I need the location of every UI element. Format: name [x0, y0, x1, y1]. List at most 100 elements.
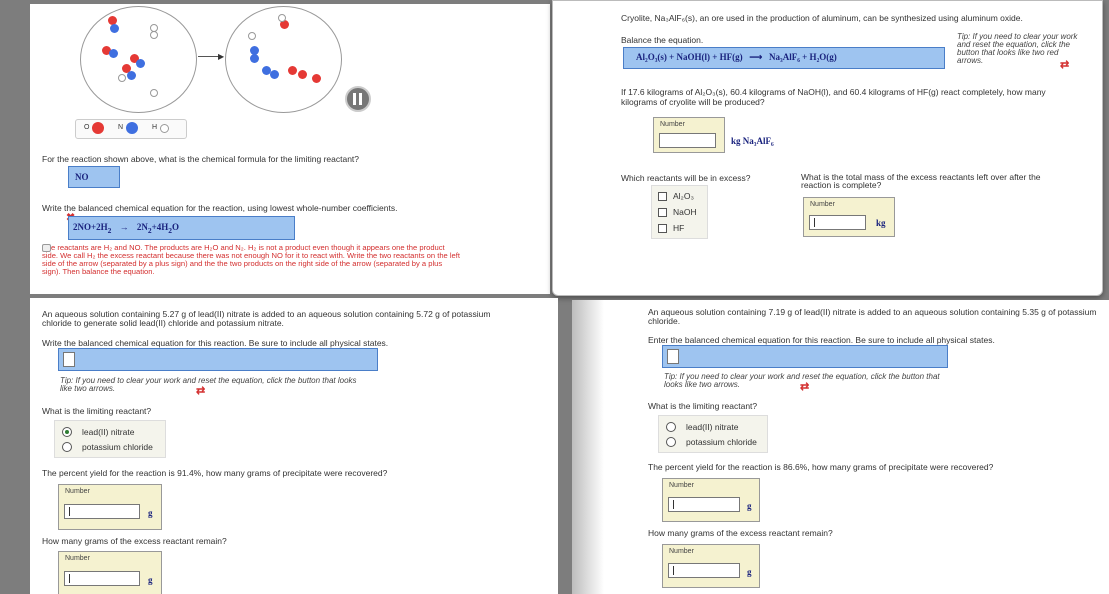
- precipitate-input[interactable]: [668, 497, 740, 512]
- limiting-question: What is the limiting reactant?: [42, 406, 152, 416]
- checkbox-al2o3[interactable]: [658, 192, 667, 201]
- excess-remain-box: Number g: [662, 544, 760, 588]
- number-label: Number: [65, 488, 90, 495]
- excess-remain-box: Number g: [58, 551, 162, 594]
- excess-remain-input[interactable]: [668, 563, 740, 578]
- radio-label: potassium chloride: [82, 442, 153, 452]
- precipitate-box: Number g: [58, 484, 162, 530]
- equation-input-box[interactable]: [58, 348, 378, 371]
- excess-mass-box: Number kg: [803, 197, 895, 237]
- excess-question: How many grams of the excess reactant re…: [42, 536, 227, 546]
- excess-remain-input[interactable]: [64, 571, 140, 586]
- legend-o-label: O: [84, 124, 90, 131]
- pause-button[interactable]: [345, 86, 371, 112]
- number-label: Number: [669, 548, 694, 555]
- legend: O N H: [75, 119, 187, 139]
- equation-balance-box[interactable]: Al₂O₃(s) + NaOH(l) + HF(g) ⟶ Na₃AlF₆ + H…: [623, 47, 945, 69]
- equation-question: Enter the balanced chemical equation for…: [648, 335, 995, 345]
- cryolite-intro: Cryolite, Na₃AlF₆(s), an ore used in the…: [621, 13, 1023, 23]
- legend-h-label: H: [152, 124, 158, 131]
- pause-icon: [359, 93, 362, 105]
- cryolite-question: If 17.6 kilograms of Al₂O₃(s), 60.4 kilo…: [621, 87, 1046, 107]
- reset-arrows-icon[interactable]: ⇄: [1060, 58, 1069, 71]
- h2-molecule: [150, 31, 158, 39]
- precipitate-box: Number g: [662, 478, 760, 522]
- cryolite-unit: kg Na₃AlF₆: [731, 136, 774, 146]
- excess-mass-question: What is the total mass of the excess rea…: [801, 172, 1041, 190]
- precipitate-unit: g: [747, 501, 752, 511]
- radio-lead-nitrate[interactable]: [62, 427, 72, 437]
- limiting-question: What is the limiting reactant?: [648, 401, 758, 411]
- equation-text: Al₂O₃(s) + NaOH(l) + HF(g) ⟶ Na₃AlF₆ + H…: [636, 52, 837, 62]
- n2-molecule: [250, 54, 259, 63]
- cryolite-mass-box: Number: [653, 117, 725, 153]
- h2o-molecule: [312, 74, 321, 83]
- n2-molecule: [270, 70, 279, 79]
- checkbox-naoh[interactable]: [658, 208, 667, 217]
- oxygen-atom-icon: [92, 122, 104, 134]
- feedback-text: e reactants are H₂ and NO. The products …: [42, 243, 461, 276]
- yield-question: The percent yield for the reaction is 86…: [648, 462, 994, 472]
- panel-lead-nitrate-1: An aqueous solution containing 5.27 g of…: [30, 298, 558, 594]
- excess-remain-unit: g: [747, 567, 752, 577]
- panel-lead-nitrate-2: An aqueous solution containing 7.19 g of…: [572, 300, 1109, 594]
- precipitate-input[interactable]: [64, 504, 140, 519]
- reset-tip: Tip: If you need to clear your work and …: [60, 376, 357, 393]
- question-balanced-equation: Write the balanced chemical equation for…: [42, 203, 398, 213]
- panel-reaction-diagram: ▶ O N H For the reaction shown above, wh…: [30, 4, 550, 294]
- no-molecule: [136, 59, 145, 68]
- nitrogen-atom-icon: [126, 122, 138, 134]
- legend-n-label: N: [118, 124, 124, 131]
- radio-lead-nitrate[interactable]: [666, 422, 676, 432]
- balance-instruction: Balance the equation.: [621, 35, 704, 45]
- radio-potassium-chloride[interactable]: [62, 442, 72, 452]
- checkbox-label: HF: [673, 223, 685, 233]
- no-molecule: [109, 49, 118, 58]
- precipitate-unit: g: [148, 508, 153, 518]
- answer-value: NO: [75, 172, 89, 182]
- equation-answer-box[interactable]: 2NO+2H2 → 2N2+4H2O: [68, 216, 295, 240]
- cryolite-mass-input[interactable]: [659, 133, 716, 148]
- h2o-molecule: [288, 66, 297, 75]
- reset-arrows-icon[interactable]: ⇄: [800, 380, 809, 393]
- radio-label: lead(II) nitrate: [686, 422, 739, 432]
- excess-mass-input[interactable]: [809, 215, 866, 230]
- equation-text: 2NO+2H2 → 2N2+4H2O: [73, 222, 180, 235]
- number-label: Number: [669, 482, 694, 489]
- equation-input[interactable]: [63, 352, 75, 367]
- number-label: Number: [660, 121, 685, 128]
- no-molecule: [110, 24, 119, 33]
- equation-input[interactable]: [667, 349, 679, 364]
- pause-icon: [353, 93, 356, 105]
- checkbox-hf[interactable]: [658, 224, 667, 233]
- radio-label: lead(II) nitrate: [82, 427, 135, 437]
- number-label: Number: [65, 555, 90, 562]
- h2-molecule: [248, 32, 256, 40]
- problem-intro: An aqueous solution containing 5.27 g of…: [42, 309, 491, 328]
- number-label: Number: [810, 201, 835, 208]
- excess-question: Which reactants will be in excess?: [621, 173, 751, 183]
- checkbox-label: Al₂O₃: [673, 191, 694, 201]
- radio-potassium-chloride[interactable]: [666, 437, 676, 447]
- no-molecule: [127, 71, 136, 80]
- limiting-options: [54, 420, 166, 458]
- radio-label: potassium chloride: [686, 437, 757, 447]
- h2o-molecule: [298, 70, 307, 79]
- hydrogen-atom-icon: [160, 124, 169, 133]
- excess-remain-unit: g: [148, 575, 153, 585]
- h2-molecule: [278, 14, 286, 22]
- problem-intro: An aqueous solution containing 7.19 g of…: [648, 307, 1097, 326]
- panel-cryolite: Cryolite, Na₃AlF₆(s), an ore used in the…: [552, 0, 1103, 296]
- arrow-head-icon: ▶: [218, 52, 225, 61]
- yield-question: The percent yield for the reaction is 91…: [42, 468, 388, 478]
- excess-question: How many grams of the excess reactant re…: [648, 528, 833, 538]
- checkbox-label: NaOH: [673, 207, 697, 217]
- h2-molecule: [118, 74, 126, 82]
- equation-question: Write the balanced chemical equation for…: [42, 338, 389, 348]
- question-limiting-reactant: For the reaction shown above, what is th…: [42, 154, 360, 164]
- answer-limiting-reactant[interactable]: NO: [68, 166, 120, 188]
- h2-molecule: [150, 89, 158, 97]
- equation-input-box[interactable]: [662, 345, 948, 368]
- reset-arrows-icon[interactable]: ⇄: [196, 384, 205, 397]
- limiting-options: [658, 415, 768, 453]
